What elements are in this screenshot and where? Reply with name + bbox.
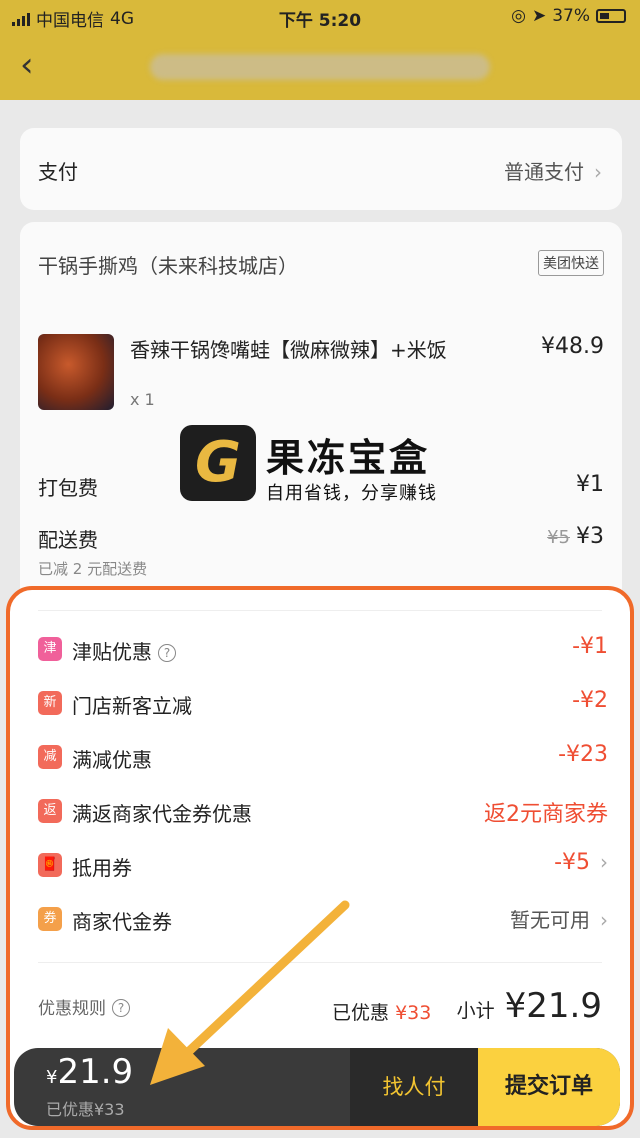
food-image bbox=[38, 334, 114, 410]
discount-badge-icon: 🧧 bbox=[38, 853, 62, 877]
item-price: ¥48.9 bbox=[541, 334, 604, 359]
discount-badge-icon: 返 bbox=[38, 799, 62, 823]
saved-amount: 已优惠 ¥33 bbox=[332, 1002, 432, 1024]
watermark-title: 果冻宝盒 bbox=[266, 436, 431, 480]
help-icon[interactable]: ? bbox=[158, 644, 176, 662]
discount-row: 津津贴优惠? -¥1 bbox=[38, 634, 608, 666]
discount-label: 商家代金券 bbox=[72, 910, 172, 934]
discount-value: 暂无可用 › bbox=[510, 908, 608, 932]
discount-label: 津贴优惠? bbox=[72, 636, 176, 665]
divider bbox=[38, 962, 602, 963]
checkout-bar: ¥21.9 已优惠¥33 找人付 提交订单 bbox=[14, 1048, 620, 1126]
discount-label: 抵用券 bbox=[72, 856, 132, 880]
chevron-right-icon: › bbox=[600, 850, 608, 874]
order-card: 干锅手撕鸡（未来科技城店） 美团快送 香辣干锅馋嘴蛙【微麻微辣】+米饭 ¥48.… bbox=[20, 222, 622, 602]
payment-value: 普通支付 › bbox=[504, 160, 602, 184]
discount-badge-icon: 减 bbox=[38, 745, 62, 769]
discount-label: 门店新客立减 bbox=[72, 694, 192, 718]
packing-fee-label: 打包费 bbox=[38, 476, 98, 500]
total-price: ¥21.9 bbox=[46, 1052, 134, 1092]
store-name: 干锅手撕鸡（未来科技城店） bbox=[38, 254, 298, 278]
watermark: G 果冻宝盒 自用省钱，分享赚钱 bbox=[180, 425, 470, 505]
lock-rotation-icon: ◎ bbox=[511, 6, 526, 26]
discount-row[interactable]: 券商家代金券 暂无可用 › bbox=[38, 904, 608, 936]
watermark-subtitle: 自用省钱，分享赚钱 bbox=[266, 483, 437, 504]
chevron-left-icon[interactable]: ‹ bbox=[20, 48, 34, 82]
item-name: 香辣干锅馋嘴蛙【微麻微辣】+米饭 bbox=[130, 338, 447, 362]
discount-row[interactable]: 🧧 抵用券 -¥5 › bbox=[38, 850, 608, 882]
delivery-fee-label: 配送费 bbox=[38, 528, 98, 552]
page-title-blurred bbox=[120, 52, 530, 80]
nav-bar: ‹ bbox=[0, 40, 640, 92]
discount-badge-icon: 津 bbox=[38, 637, 62, 661]
discount-badge-icon: 新 bbox=[38, 691, 62, 715]
discount-row: 减满减优惠 -¥23 bbox=[38, 742, 608, 774]
item-qty: x 1 bbox=[130, 390, 155, 409]
status-bar: 中国电信 4G 下午 5:20 ◎ ➤ 37% bbox=[0, 4, 640, 31]
delivery-fee-original: ¥5 bbox=[547, 527, 570, 548]
discount-value: -¥1 bbox=[572, 634, 608, 659]
discount-row: 返满返商家代金券优惠 返2元商家券 bbox=[38, 796, 608, 828]
discount-rules[interactable]: 优惠规则? bbox=[38, 994, 130, 1019]
chevron-right-icon: › bbox=[594, 160, 602, 184]
packing-fee-value: ¥1 bbox=[576, 472, 604, 497]
battery-icon bbox=[596, 9, 626, 23]
discount-label: 满返商家代金券优惠 bbox=[72, 802, 252, 826]
discount-label: 满减优惠 bbox=[72, 748, 152, 772]
discount-value: -¥5 › bbox=[554, 850, 608, 875]
payment-method-row[interactable]: 支付 普通支付 › bbox=[20, 128, 622, 210]
discount-badge-icon: 券 bbox=[38, 907, 62, 931]
location-icon: ➤ bbox=[531, 6, 547, 26]
payment-label: 支付 bbox=[38, 160, 78, 184]
top-bar: 中国电信 4G 下午 5:20 ◎ ➤ 37% ‹ bbox=[0, 0, 640, 100]
total-saved: 已优惠¥33 bbox=[46, 1100, 125, 1119]
battery-percent: 37% bbox=[552, 6, 590, 26]
delivery-tag: 美团快送 bbox=[538, 250, 604, 276]
delivery-discount-note: 已减 2 元配送费 bbox=[38, 560, 148, 578]
divider bbox=[38, 610, 602, 611]
help-icon[interactable]: ? bbox=[112, 999, 130, 1017]
watermark-logo: G bbox=[180, 425, 256, 501]
subtotal: 小计 ¥21.9 bbox=[456, 986, 602, 1026]
discount-value: -¥2 bbox=[572, 688, 608, 713]
submit-order-button[interactable]: 提交订单 bbox=[478, 1048, 620, 1126]
discount-row: 新门店新客立减 -¥2 bbox=[38, 688, 608, 720]
discount-value: -¥23 bbox=[558, 742, 608, 767]
friend-pay-button[interactable]: 找人付 bbox=[350, 1048, 478, 1126]
delivery-fee-value: ¥5 ¥3 bbox=[547, 524, 604, 549]
chevron-right-icon: › bbox=[600, 908, 608, 932]
discount-value: 返2元商家券 bbox=[484, 802, 608, 827]
